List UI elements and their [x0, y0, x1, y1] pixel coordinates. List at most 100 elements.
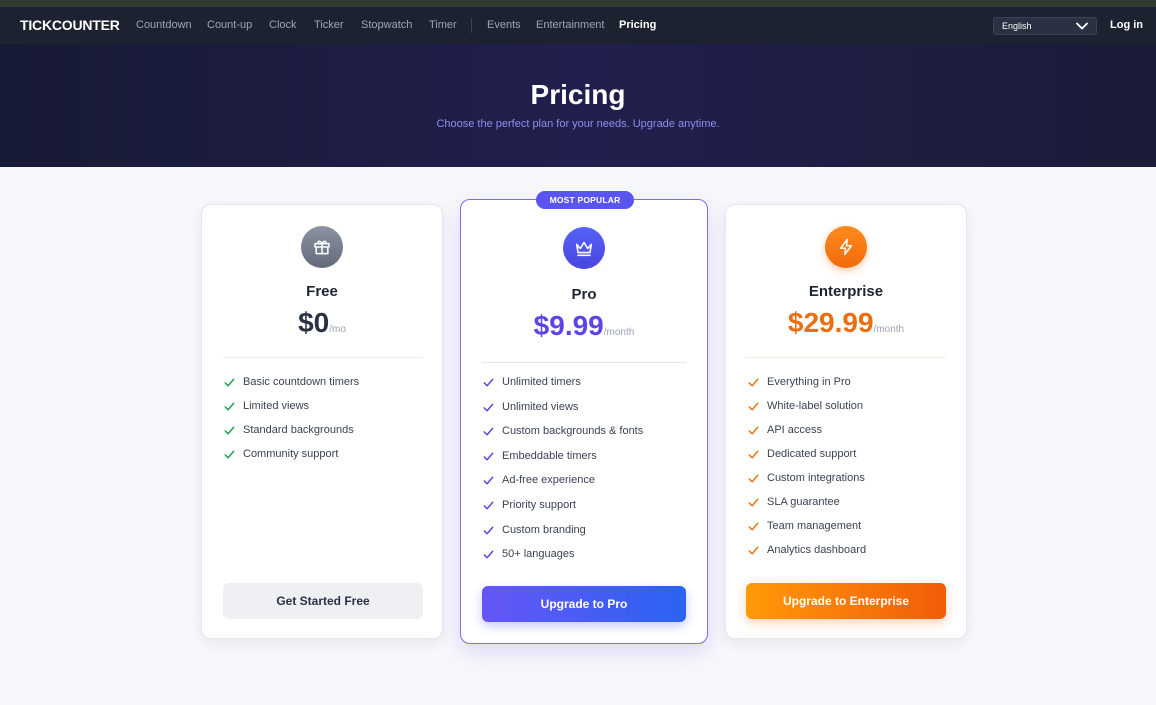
check-icon [483, 403, 494, 412]
nav-link-events[interactable]: Events [487, 19, 521, 31]
check-icon [483, 378, 494, 387]
feature-label: Standard backgrounds [243, 424, 354, 436]
feature-item: Custom branding [482, 523, 643, 548]
feature-label: 50+ languages [502, 548, 575, 561]
feature-item: Priority support [482, 498, 643, 523]
get-started-free-button[interactable]: Get Started Free [223, 583, 423, 619]
feature-item: Custom backgrounds & fonts [482, 424, 643, 449]
feature-item: Unlimited timers [482, 375, 643, 400]
feature-label: Team management [767, 520, 862, 532]
feature-label: White-label solution [767, 400, 863, 412]
lightning-icon [839, 238, 853, 256]
feature-label: Priority support [502, 498, 576, 511]
check-icon [224, 378, 235, 387]
upgrade-to-pro-button[interactable]: Upgrade to Pro [482, 586, 686, 622]
feature-item: Ad-free experience [482, 473, 643, 498]
nav-link-countdown[interactable]: Countdown [136, 19, 192, 31]
check-icon [748, 450, 759, 459]
check-icon [748, 378, 759, 387]
check-icon [748, 546, 759, 555]
feature-item: Unlimited views [482, 400, 643, 425]
feature-label: Ad-free experience [502, 474, 595, 487]
feature-label: Limited views [243, 400, 310, 412]
nav-link-timer[interactable]: Timer [429, 19, 457, 31]
check-icon [748, 498, 759, 507]
check-icon [483, 526, 494, 535]
feature-item: Custom integrations [747, 471, 866, 495]
chevron-down-icon [1076, 22, 1088, 30]
upgrade-to-enterprise-button[interactable]: Upgrade to Enterprise [746, 583, 946, 619]
plan-card-pro: MOST POPULAR Pro $9.99/month Unlimited t… [460, 191, 708, 644]
price-period: /mo [329, 324, 346, 335]
top-strip [0, 0, 1156, 7]
feature-label: Everything in Pro [767, 376, 851, 388]
price-period: /month [603, 327, 635, 338]
plan-divider [482, 362, 686, 363]
feature-label: API access [767, 424, 823, 436]
plan-price: $29.99/month [726, 307, 966, 339]
pricing-hero: Pricing Choose the perfect plan for your… [0, 44, 1156, 167]
plan-price: $0/mo [202, 307, 442, 339]
feature-item: Dedicated support [747, 447, 866, 471]
nav-link-count-up[interactable]: Count-up [207, 19, 252, 31]
feature-label: Community support [243, 448, 339, 460]
plan-card-enterprise: Enterprise $29.99/month Everything in Pr… [725, 204, 967, 639]
feature-item: Embeddable timers [482, 449, 643, 474]
plan-name: Pro [571, 286, 597, 303]
most-popular-badge: MOST POPULAR [536, 191, 634, 209]
page-subtitle: Choose the perfect plan for your needs. … [436, 118, 720, 130]
feature-item: SLA guarantee [747, 495, 866, 519]
crown-icon [575, 241, 593, 257]
check-icon [483, 476, 494, 485]
feature-label: Unlimited timers [502, 376, 581, 388]
nav-link-entertainment[interactable]: Entertainment [536, 19, 604, 31]
price-amount: $0 [298, 307, 330, 338]
feature-label: Unlimited views [502, 400, 579, 413]
gift-icon [314, 240, 330, 255]
check-icon [748, 426, 759, 435]
page-title: Pricing [530, 79, 626, 110]
plan-icon-badge [301, 226, 343, 268]
check-icon [483, 550, 494, 559]
check-icon [224, 402, 235, 411]
check-icon [748, 522, 759, 531]
nav-divider [471, 18, 472, 33]
feature-item: Team management [747, 519, 866, 543]
feature-list: Unlimited timers Unlimited views Custom … [482, 375, 643, 572]
feature-item: 50+ languages [482, 547, 643, 572]
price-amount: $9.99 [533, 310, 604, 341]
feature-list: Everything in Pro White-label solution A… [747, 375, 866, 567]
feature-item: Standard backgrounds [223, 423, 359, 447]
brand-logo[interactable]: TICKCOUNTER [20, 17, 120, 33]
plan-price: $9.99/month [461, 310, 707, 342]
check-icon [748, 474, 759, 483]
feature-label: Embeddable timers [502, 449, 597, 462]
feature-item: Everything in Pro [747, 375, 866, 399]
feature-item: White-label solution [747, 399, 866, 423]
feature-label: Custom branding [502, 523, 586, 536]
feature-item: Limited views [223, 399, 359, 423]
check-icon [483, 452, 494, 461]
feature-label: Custom integrations [767, 472, 865, 484]
nav-link-stopwatch[interactable]: Stopwatch [361, 19, 412, 31]
plan-divider [746, 357, 946, 358]
language-select[interactable]: English [993, 17, 1097, 35]
plan-divider [223, 357, 423, 358]
plan-card-free: Free $0/mo Basic countdown timers Limite… [201, 204, 443, 639]
price-amount: $29.99 [787, 307, 874, 338]
feature-item: API access [747, 423, 866, 447]
check-icon [748, 402, 759, 411]
feature-list: Basic countdown timers Limited views Sta… [223, 375, 359, 471]
feature-label: Basic countdown timers [243, 376, 360, 388]
top-navbar: TICKCOUNTER Countdown Count-up Clock Tic… [0, 7, 1156, 44]
feature-item: Community support [223, 447, 359, 471]
language-select-value: English [1002, 21, 1032, 31]
plan-name: Free [306, 283, 338, 300]
nav-link-pricing[interactable]: Pricing [619, 19, 656, 31]
plan-name: Enterprise [808, 283, 884, 300]
feature-label: Custom backgrounds & fonts [502, 425, 644, 438]
nav-link-ticker[interactable]: Ticker [314, 19, 344, 31]
login-link[interactable]: Log in [1110, 19, 1143, 31]
check-icon [483, 427, 494, 436]
nav-link-clock[interactable]: Clock [269, 19, 297, 31]
